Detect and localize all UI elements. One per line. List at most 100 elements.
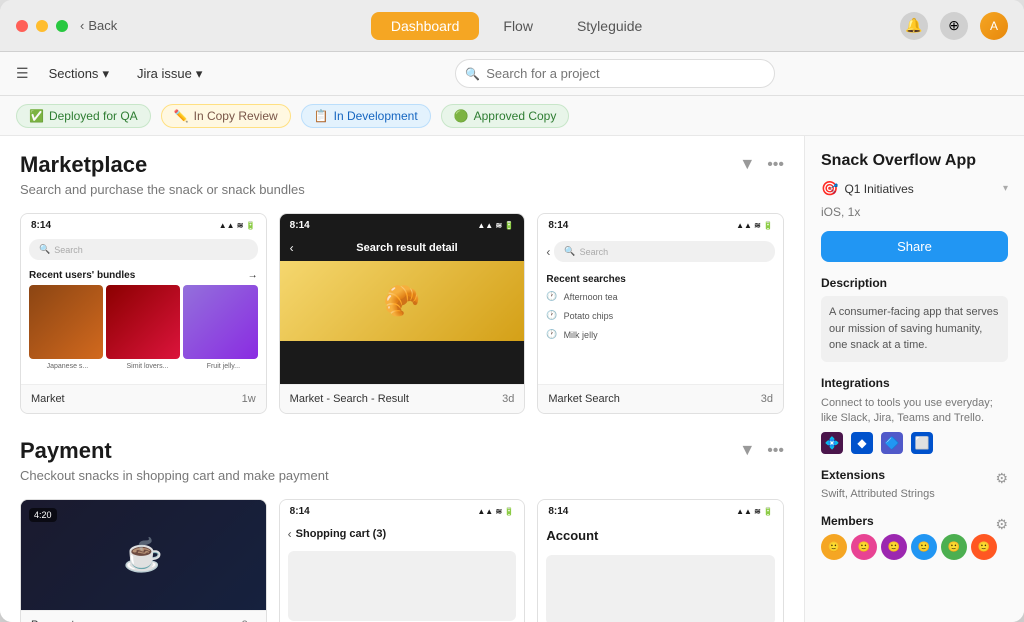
screen-footer-payment: Payment 2w — [21, 610, 266, 622]
member-avatar-6[interactable]: 🙂 — [971, 534, 997, 560]
account-content — [546, 555, 775, 622]
extensions-settings-icon[interactable]: ⚙ — [995, 470, 1008, 487]
tag-copy-label: In Copy Review — [194, 109, 278, 123]
jira-icon[interactable]: ◆ — [851, 432, 873, 454]
members-settings-icon[interactable]: ⚙ — [995, 516, 1008, 533]
nav-tabs: Dashboard Flow Styleguide — [133, 12, 900, 40]
tag-qa-icon: ✅ — [29, 109, 44, 123]
cart-header: ‹ Shopping cart (3) — [280, 521, 525, 547]
back-chevron-icon: ‹ — [80, 18, 84, 33]
payment-section: Payment ▼ ••• Checkout snacks in shoppin… — [20, 438, 784, 622]
search-icon: 🔍 — [465, 67, 480, 81]
account-title-area: Account — [538, 521, 783, 551]
member-avatar-2[interactable]: 🙂 — [851, 534, 877, 560]
description-title: Description — [821, 276, 1008, 290]
payment-collapse-icon[interactable]: ▼ — [739, 442, 755, 460]
extensions-header: Extensions ⚙ — [821, 468, 1008, 488]
trello-icon[interactable]: ⬜ — [911, 432, 933, 454]
clock-icon-1: 🕐 — [546, 291, 557, 302]
status-icons-1: ▲▲ ≋ 🔋 — [219, 221, 256, 230]
screen-mockup-search: 8:14 ▲▲ ≋ 🔋 ‹ 🔍 Search Recent searches — [538, 214, 783, 384]
sections-dropdown[interactable]: Sections ▾ — [41, 62, 117, 86]
cart-back-icon: ‹ — [288, 527, 292, 541]
share-button[interactable]: Share — [821, 231, 1008, 262]
toolbar: ☰ Sections ▾ Jira issue ▾ 🔍 — [0, 52, 1024, 96]
member-avatar-1[interactable]: 🙂 — [821, 534, 847, 560]
teams-icon[interactable]: 🔷 — [881, 432, 903, 454]
clock-icon-3: 🕐 — [546, 329, 557, 340]
members-title: Members — [821, 514, 874, 528]
marketplace-screens: 8:14 ▲▲ ≋ 🔋 🔍 Search Recent users' bundl… — [20, 213, 784, 414]
screen-market[interactable]: 8:14 ▲▲ ≋ 🔋 🔍 Search Recent users' bundl… — [20, 213, 267, 414]
project-search: 🔍 — [455, 59, 775, 88]
back-button[interactable]: ‹ Back — [80, 18, 117, 33]
search-row-3: ‹ 🔍 Search — [538, 235, 783, 268]
window-controls — [16, 20, 68, 32]
status-time-3: 8:14 — [548, 220, 568, 231]
recent-search-2[interactable]: 🕐 Potato chips — [538, 306, 783, 325]
tab-dashboard[interactable]: Dashboard — [371, 12, 480, 40]
tab-styleguide[interactable]: Styleguide — [557, 12, 662, 40]
tag-deployed-qa[interactable]: ✅ Deployed for QA — [16, 104, 151, 128]
screen-name-1: Market — [31, 393, 65, 405]
tab-flow[interactable]: Flow — [483, 12, 553, 40]
drink-image: 4:20 ☕ — [21, 500, 266, 610]
jira-dropdown[interactable]: Jira issue ▾ — [129, 62, 210, 86]
cart-title: Shopping cart (3) — [296, 528, 386, 540]
initiatives-emoji: 🎯 — [821, 180, 838, 197]
member-avatar-5[interactable]: 🙂 — [941, 534, 967, 560]
dark-screen-header: ‹ Search result detail — [280, 235, 525, 261]
status-icons-cart: ▲▲ ≋ 🔋 — [477, 507, 514, 516]
notification-button[interactable]: 🔔 — [900, 12, 928, 40]
member-avatar-3[interactable]: 🙂 — [881, 534, 907, 560]
members-section: Members ⚙ 🙂 🙂 🙂 🙂 🙂 🙂 — [821, 514, 1008, 560]
help-button[interactable]: ⊕ — [940, 12, 968, 40]
titlebar: ‹ Back Dashboard Flow Styleguide 🔔 ⊕ A — [0, 0, 1024, 52]
initiatives-label[interactable]: 🎯 Q1 Initiatives — [821, 180, 914, 197]
screen-search-detail[interactable]: 8:14 ▲▲ ≋ 🔋 ‹ Search result detail 🥐 Mar… — [279, 213, 526, 414]
screen-account[interactable]: 8:14 ▲▲ ≋ 🔋 Account Account 3d — [537, 499, 784, 622]
jira-chevron-icon: ▾ — [196, 66, 203, 82]
screen-payment-drink[interactable]: 4:20 ☕ Payment 2w — [20, 499, 267, 622]
screen-time-1: 1w — [242, 393, 256, 405]
screen-mockup-account: 8:14 ▲▲ ≋ 🔋 Account — [538, 500, 783, 622]
close-button[interactable] — [16, 20, 28, 32]
arrow-icon: → — [248, 270, 258, 281]
screen-mockup-payment: 4:20 ☕ — [21, 500, 266, 610]
bundle-grid — [21, 285, 266, 359]
payment-more-icon[interactable]: ••• — [767, 442, 784, 460]
integration-icons: 💠 ◆ 🔷 ⬜ — [821, 432, 1008, 454]
integrations-section: Integrations Connect to tools you use ev… — [821, 376, 1008, 455]
slack-icon[interactable]: 💠 — [821, 432, 843, 454]
extensions-title: Extensions — [821, 468, 885, 482]
search-bar-1[interactable]: 🔍 Search — [29, 239, 258, 260]
user-avatar[interactable]: A — [980, 12, 1008, 40]
recent-search-text-2: Potato chips — [564, 311, 614, 321]
maximize-button[interactable] — [56, 20, 68, 32]
screen-detail-title: Search result detail — [300, 242, 515, 254]
screen-shopping-cart[interactable]: 8:14 ▲▲ ≋ 🔋 ‹ Shopping cart (3) Shopping… — [279, 499, 526, 622]
collapse-icon[interactable]: ▼ — [739, 156, 755, 174]
food-image: 🥐 — [280, 261, 525, 341]
screen-mockup-detail: 8:14 ▲▲ ≋ 🔋 ‹ Search result detail 🥐 — [280, 214, 525, 384]
tag-approved-copy[interactable]: 🟢 Approved Copy — [441, 104, 570, 128]
recent-search-1[interactable]: 🕐 Afternoon tea — [538, 287, 783, 306]
screen-time-3: 3d — [761, 393, 773, 405]
recent-search-text-1: Afternoon tea — [564, 292, 618, 302]
search-placeholder-1: Search — [54, 245, 83, 255]
search-input[interactable] — [455, 59, 775, 88]
more-icon[interactable]: ••• — [767, 156, 784, 174]
search-placeholder-3: Search — [580, 247, 609, 257]
tag-copy-review[interactable]: ✏️ In Copy Review — [161, 104, 291, 128]
minimize-button[interactable] — [36, 20, 48, 32]
recent-search-3[interactable]: 🕐 Milk jelly — [538, 325, 783, 344]
recent-search-text-3: Milk jelly — [564, 330, 598, 340]
tag-in-development[interactable]: 📋 In Development — [301, 104, 431, 128]
tag-copy-icon: ✏️ — [174, 109, 189, 123]
status-time-2: 8:14 — [290, 220, 310, 231]
search-bar-3[interactable]: 🔍 Search — [554, 241, 775, 262]
screen-market-search[interactable]: 8:14 ▲▲ ≋ 🔋 ‹ 🔍 Search Recent searches — [537, 213, 784, 414]
marketplace-actions: ▼ ••• — [739, 156, 784, 174]
tag-dev-label: In Development — [334, 109, 418, 123]
member-avatar-4[interactable]: 🙂 — [911, 534, 937, 560]
